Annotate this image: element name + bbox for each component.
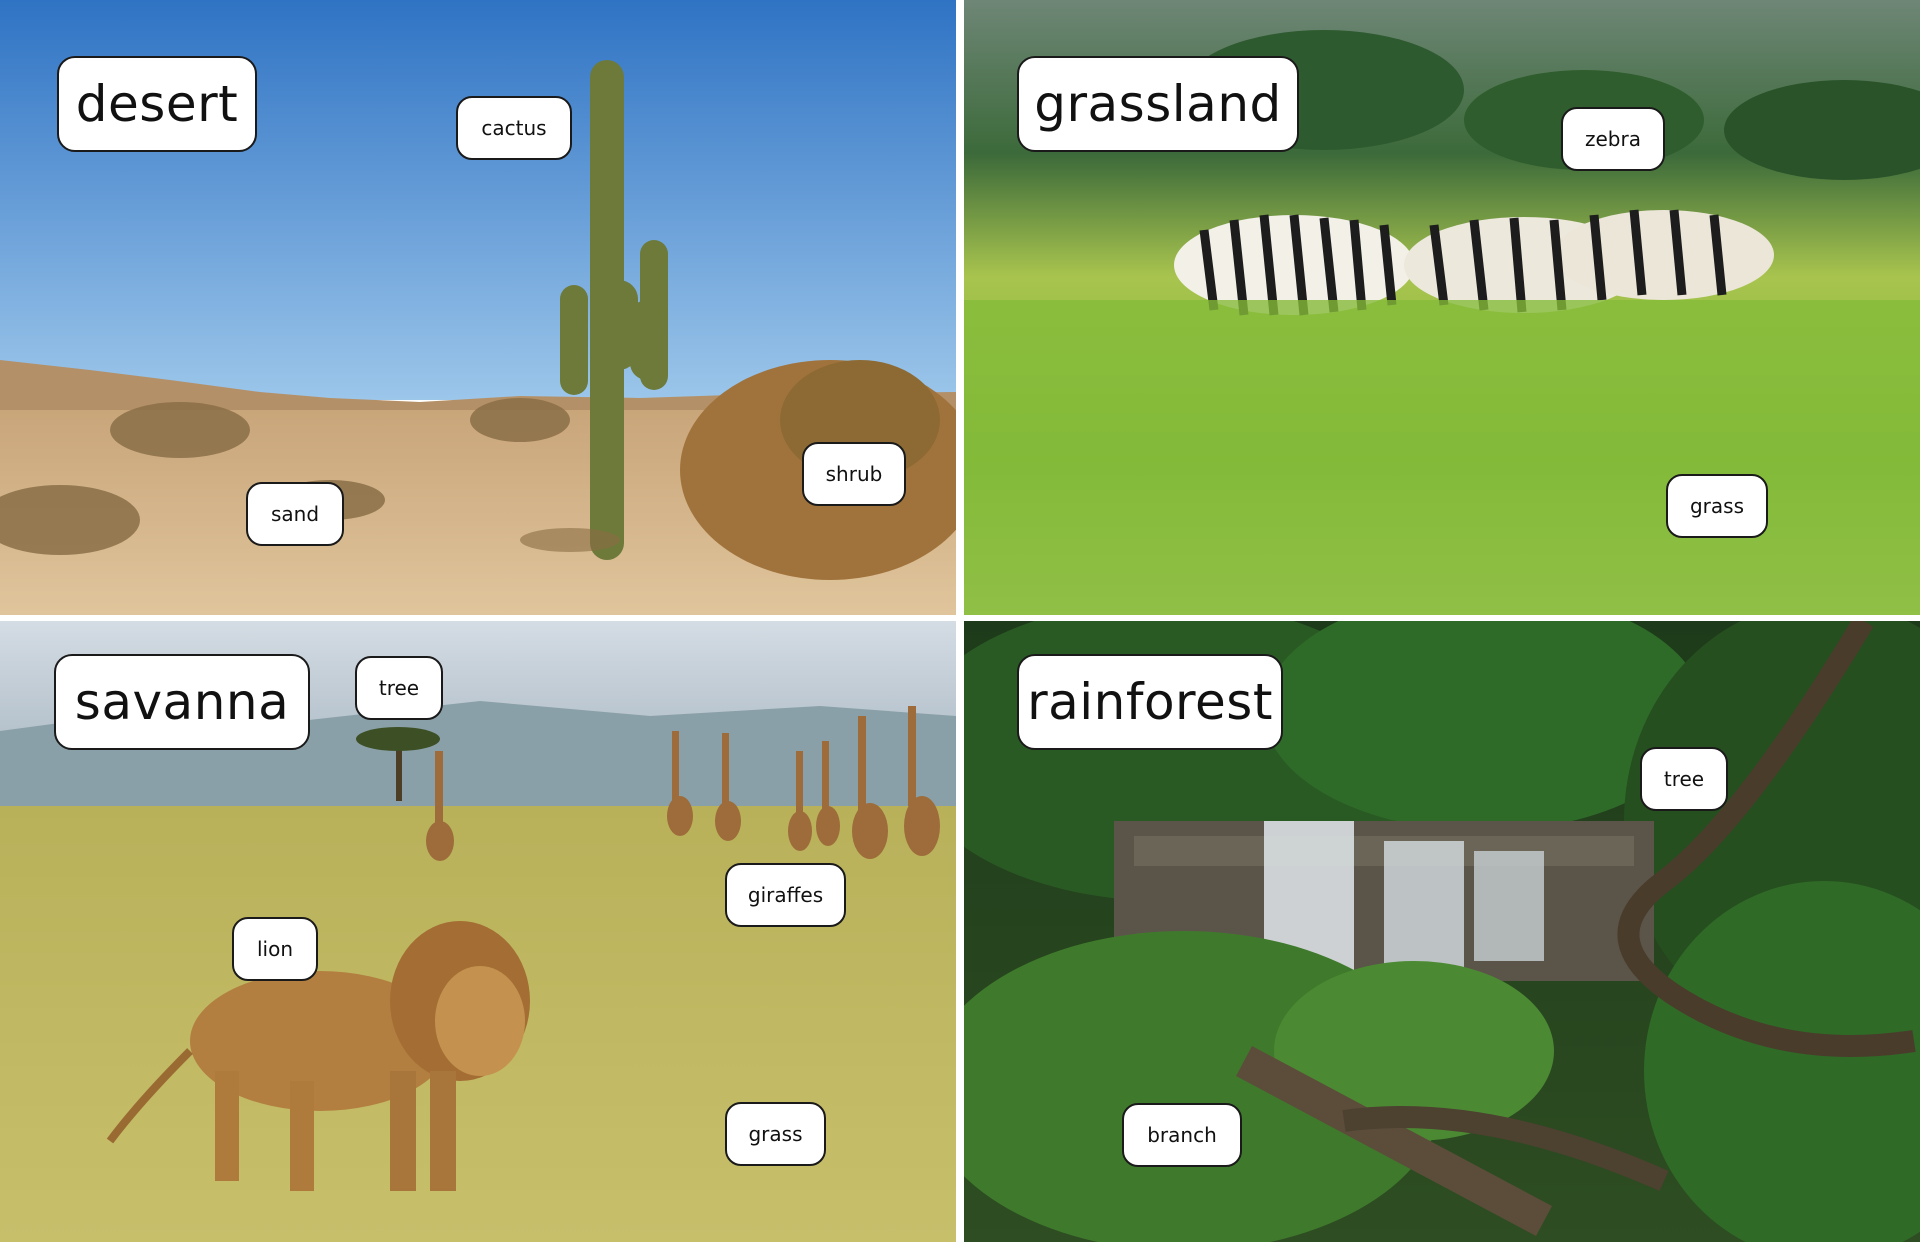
savanna-title: savanna (54, 654, 310, 750)
tree-label: tree (355, 656, 443, 720)
savanna-panel: savanna tree giraffes lion grass (0, 621, 956, 1242)
tree-label: tree (1640, 747, 1728, 811)
rainforest-panel: rainforest tree branch (964, 621, 1920, 1242)
grass-label: grass (725, 1102, 826, 1166)
giraffes-label: giraffes (725, 863, 846, 927)
branch-label: branch (1122, 1103, 1242, 1167)
cactus-label: cactus (456, 96, 572, 160)
shrub-label: shrub (802, 442, 906, 506)
lion-label: lion (232, 917, 318, 981)
zebra-label: zebra (1561, 107, 1665, 171)
desert-panel: desert cactus shrub sand (0, 0, 956, 615)
grassland-panel: grassland zebra grass (964, 0, 1920, 615)
habitat-grid: desert cactus shrub sand grassland zebra… (0, 0, 1920, 1242)
rainforest-title: rainforest (1017, 654, 1283, 750)
grassland-title: grassland (1017, 56, 1299, 152)
sand-label: sand (246, 482, 344, 546)
grass-label: grass (1666, 474, 1768, 538)
desert-title: desert (57, 56, 257, 152)
